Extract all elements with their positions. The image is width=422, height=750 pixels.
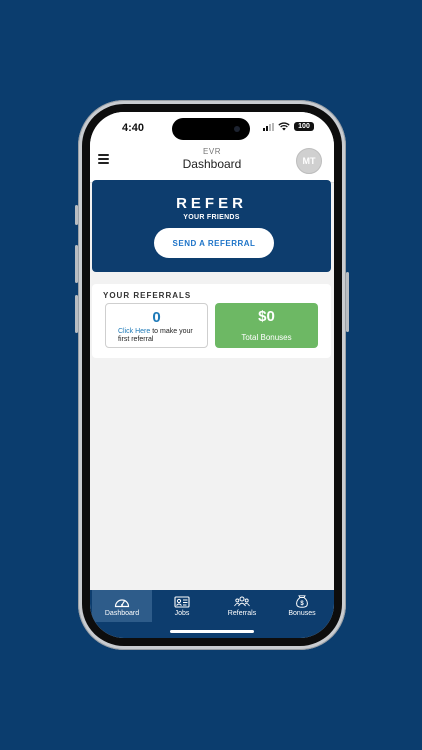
referral-count: 0 [152, 309, 161, 326]
status-icons: 100 [263, 122, 314, 131]
money-bag-icon: $ [296, 595, 308, 608]
app-screen: 4:40 100 EVR Dashboard MT REFER YOUR FRI… [90, 112, 334, 638]
bonus-label: Total Bonuses [241, 333, 292, 342]
status-bar: 4:40 100 [90, 112, 334, 142]
avatar[interactable]: MT [296, 148, 322, 174]
refer-banner: REFER YOUR FRIENDS SEND A REFERRAL [92, 180, 331, 272]
phone-power-button [346, 272, 349, 332]
signal-icon [263, 122, 274, 131]
tab-label: Dashboard [104, 610, 140, 617]
status-time: 4:40 [122, 122, 145, 134]
refer-title: REFER [176, 195, 247, 212]
bottom-tab-bar: Dashboard Jobs Referrals $ Bonuses [90, 590, 334, 638]
tab-jobs[interactable]: Jobs [152, 590, 212, 622]
tab-label: Bonuses [288, 610, 316, 617]
send-referral-button[interactable]: SEND A REFERRAL [154, 228, 274, 258]
tab-referrals[interactable]: Referrals [212, 590, 272, 622]
tab-bonuses[interactable]: $ Bonuses [272, 590, 332, 622]
click-here-link[interactable]: Click Here [118, 328, 150, 335]
battery-icon: 100 [294, 122, 314, 131]
dynamic-island [172, 118, 250, 140]
tab-label: Jobs [174, 610, 190, 617]
wifi-icon [278, 122, 290, 131]
phone-volume-up [75, 245, 78, 283]
camera-icon [234, 126, 240, 132]
phone-volume-down [75, 295, 78, 333]
svg-text:$: $ [300, 601, 304, 607]
your-referrals-card: YOUR REFERRALS 0 Click Here to make your… [92, 284, 331, 358]
referrals-heading: YOUR REFERRALS [103, 291, 192, 300]
tab-label: Referrals [227, 610, 257, 617]
home-indicator[interactable] [170, 630, 254, 633]
referral-count-box: 0 Click Here to make your first referral [105, 303, 208, 348]
people-icon [234, 596, 250, 607]
app-header: EVR Dashboard MT [90, 142, 334, 183]
phone-silent-switch [75, 205, 78, 225]
gauge-icon [114, 599, 130, 608]
total-bonuses-box: $0 Total Bonuses [215, 303, 318, 348]
id-card-icon [174, 596, 190, 608]
first-referral-message: Click Here to make your first referral [118, 328, 202, 344]
refer-subtitle: YOUR FRIENDS [183, 214, 240, 221]
tab-dashboard[interactable]: Dashboard [92, 590, 152, 622]
bonus-amount: $0 [258, 308, 275, 325]
